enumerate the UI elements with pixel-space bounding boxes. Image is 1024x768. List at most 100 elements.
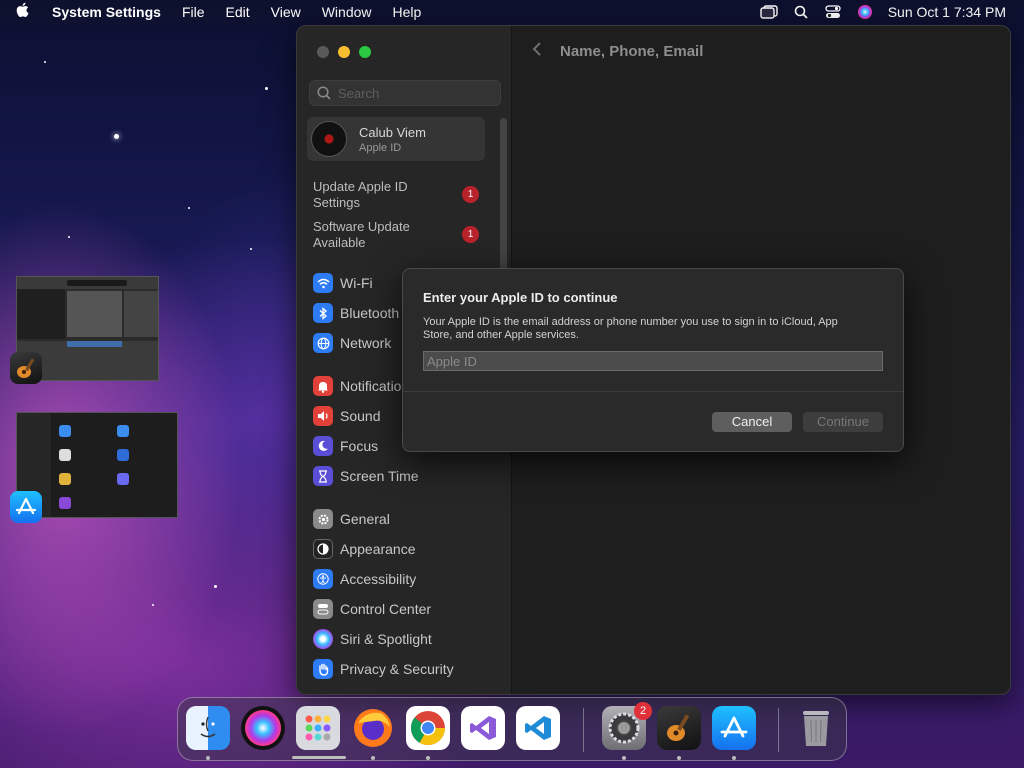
- back-chevron-icon[interactable]: [532, 40, 542, 63]
- menu-edit[interactable]: Edit: [226, 4, 250, 20]
- bluetooth-icon: [313, 303, 333, 323]
- sidebar-item-bluetooth[interactable]: Bluetooth: [313, 303, 399, 323]
- window-controls: [317, 46, 380, 58]
- sidebar-item-label: Siri & Spotlight: [340, 631, 432, 647]
- search-input[interactable]: [338, 85, 488, 101]
- siri-icon[interactable]: [856, 4, 874, 20]
- siri-icon: [313, 629, 333, 649]
- menu-clock[interactable]: Sun Oct 1 7:34 PM: [888, 4, 1006, 20]
- sidebar-item-label: General: [340, 511, 390, 527]
- siri-icon[interactable]: [241, 706, 285, 750]
- spotlight-search-icon[interactable]: [792, 4, 810, 20]
- software-update-available[interactable]: Software Update Available: [313, 219, 483, 251]
- search-field[interactable]: [309, 80, 501, 106]
- apple-id-account[interactable]: Calub Viem Apple ID: [307, 117, 485, 161]
- dialog-description: Your Apple ID is the email address or ph…: [423, 316, 838, 341]
- running-indicator: [426, 756, 430, 760]
- account-name: Calub Viem: [359, 124, 426, 140]
- sidebar-item-label: Appearance: [340, 541, 416, 557]
- wifi-icon: [313, 273, 333, 293]
- app-store-icon[interactable]: [10, 491, 42, 523]
- close-button[interactable]: [317, 46, 329, 58]
- vscode-icon[interactable]: [516, 706, 560, 750]
- notification-badge: 1: [462, 186, 479, 203]
- sidebar-item-label: Bluetooth: [340, 305, 400, 321]
- notice-label: Update Apple ID Settings: [313, 179, 408, 210]
- continue-button[interactable]: Continue: [803, 412, 883, 432]
- sidebar-item-focus[interactable]: Focus: [313, 436, 378, 456]
- notification-badge: 1: [462, 226, 479, 243]
- zoom-button[interactable]: [359, 46, 371, 58]
- control-center-icon[interactable]: [824, 4, 842, 20]
- dock-handle[interactable]: [292, 756, 346, 759]
- control-center-icon: [313, 599, 333, 619]
- sidebar-item-label: Focus: [340, 438, 379, 454]
- sidebar-item-label: Sound: [340, 408, 381, 424]
- minimize-button[interactable]: [338, 46, 350, 58]
- menu-app-name[interactable]: System Settings: [52, 4, 161, 20]
- sidebar-item-privacy-security[interactable]: Privacy & Security: [313, 659, 454, 679]
- page-title: Name, Phone, Email: [560, 43, 704, 60]
- trash-icon[interactable]: [794, 706, 838, 750]
- sidebar-item-label: Accessibility: [340, 571, 417, 587]
- moon-icon: [313, 436, 333, 456]
- app-store-icon[interactable]: [712, 706, 756, 750]
- appearance-icon: [313, 539, 333, 559]
- visual-studio-icon[interactable]: [461, 706, 505, 750]
- star: [152, 604, 154, 606]
- search-icon: [317, 86, 331, 100]
- sidebar-item-general[interactable]: General: [313, 509, 390, 529]
- sidebar-item-wifi[interactable]: Wi-Fi: [313, 273, 373, 293]
- sidebar-item-label: Control Center: [340, 601, 432, 617]
- running-indicator: [206, 756, 210, 760]
- launchpad-icon[interactable]: [296, 706, 340, 750]
- accessibility-icon: [313, 569, 333, 589]
- notification-badge: 2: [634, 702, 652, 720]
- notice-label: Software Update Available: [313, 219, 410, 250]
- cancel-button[interactable]: Cancel: [712, 412, 792, 432]
- update-apple-id-settings[interactable]: Update Apple ID Settings: [313, 179, 483, 211]
- menu-bar: System Settings File Edit View Window He…: [0, 0, 1024, 24]
- sidebar-item-control-center[interactable]: Control Center: [313, 599, 431, 619]
- apple-id-input[interactable]: [423, 351, 883, 371]
- bell-icon: [313, 376, 333, 396]
- sidebar-item-siri-spotlight[interactable]: Siri & Spotlight: [313, 629, 432, 649]
- sidebar-item-network[interactable]: Network: [313, 333, 391, 353]
- menu-help[interactable]: Help: [393, 4, 422, 20]
- chrome-icon[interactable]: [406, 706, 450, 750]
- sidebar-item-label: Privacy & Security: [340, 661, 454, 677]
- star: [114, 134, 119, 139]
- running-indicator: [677, 756, 681, 760]
- garageband-icon[interactable]: [657, 706, 701, 750]
- stage-manager-icon[interactable]: [760, 4, 778, 20]
- dock: 2: [177, 697, 847, 761]
- star: [214, 585, 217, 588]
- star: [265, 87, 268, 90]
- hand-icon: [313, 659, 333, 679]
- star: [250, 248, 252, 250]
- finder-icon[interactable]: [186, 706, 230, 750]
- apple-id-dialog: Enter your Apple ID to continue Your App…: [402, 268, 904, 452]
- garageband-icon[interactable]: [10, 352, 42, 384]
- firefox-icon[interactable]: [351, 706, 395, 750]
- sidebar-item-appearance[interactable]: Appearance: [313, 539, 416, 559]
- menu-view[interactable]: View: [271, 4, 301, 20]
- sidebar-item-screen-time[interactable]: Screen Time: [313, 466, 419, 486]
- dialog-title: Enter your Apple ID to continue: [423, 290, 618, 305]
- speaker-icon: [313, 406, 333, 426]
- running-indicator: [732, 756, 736, 760]
- dock-divider: [583, 708, 584, 752]
- menu-window[interactable]: Window: [322, 4, 372, 20]
- dialog-divider: [403, 391, 903, 392]
- globe-icon: [313, 333, 333, 353]
- account-subtitle: Apple ID: [359, 141, 402, 154]
- menu-file[interactable]: File: [182, 4, 205, 20]
- sidebar-item-accessibility[interactable]: Accessibility: [313, 569, 416, 589]
- gear-icon: [313, 509, 333, 529]
- apple-menu-icon[interactable]: [10, 2, 36, 23]
- star: [44, 61, 46, 63]
- sidebar-item-notifications[interactable]: Notifications: [313, 376, 416, 396]
- star: [188, 207, 190, 209]
- sidebar-item-sound[interactable]: Sound: [313, 406, 380, 426]
- sidebar-item-label: Network: [340, 335, 392, 351]
